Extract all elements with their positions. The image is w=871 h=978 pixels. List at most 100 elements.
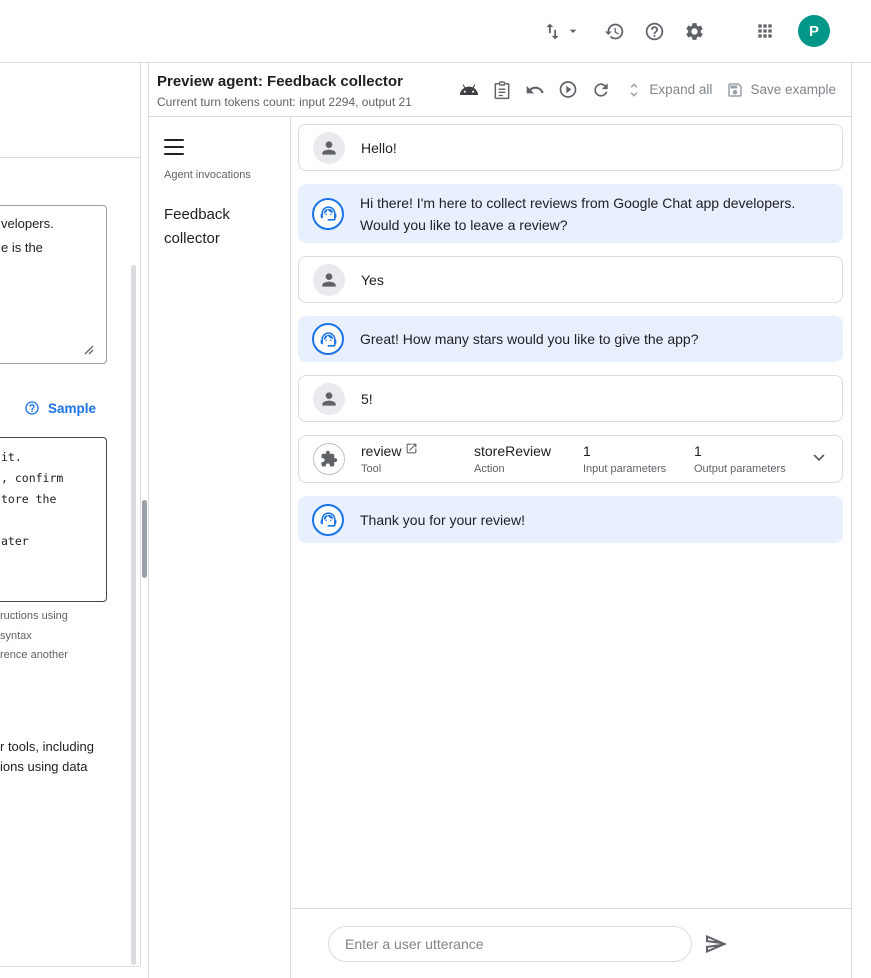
user-avatar-button[interactable]: P	[798, 15, 830, 47]
tool-action-column: storeReview Action	[474, 443, 583, 475]
user-avatar-icon	[313, 264, 345, 296]
chat-message-agent: Great! How many stars would you like to …	[298, 316, 843, 362]
history-icon	[604, 21, 625, 42]
preview-title: Preview agent: Feedback collector	[157, 72, 412, 91]
left-panel-border	[140, 62, 141, 966]
help-button[interactable]	[644, 21, 665, 42]
apps-grid-button[interactable]	[755, 21, 775, 41]
message-text: Thank you for your review!	[360, 509, 525, 531]
dropdown-caret-icon	[565, 23, 581, 39]
tool-name-label: Tool	[361, 463, 474, 475]
instructions-textarea[interactable]: it. , confirm tore the ater	[0, 437, 107, 602]
save-example-label: Save example	[750, 82, 836, 97]
tool-input-label: Input parameters	[583, 463, 694, 475]
tool-input-column: 1 Input parameters	[583, 443, 694, 475]
undo-icon	[525, 80, 545, 100]
code-line: it.	[1, 447, 100, 468]
composer-bar	[290, 908, 851, 978]
send-button[interactable]	[704, 932, 728, 956]
goal-textarea[interactable]: velopers. e is the	[0, 205, 107, 364]
hint-line: rence another	[0, 646, 68, 666]
preview-header: Preview agent: Feedback collector Curren…	[149, 62, 851, 117]
agent-avatar-icon	[312, 504, 344, 536]
chat-panel-border	[851, 62, 852, 978]
agent-invocations-column: Agent invocations Feedback collector	[149, 117, 290, 978]
user-avatar: P	[798, 15, 830, 47]
user-avatar-icon	[313, 132, 345, 164]
agent-invocations-label: Agent invocations	[164, 169, 251, 181]
chat-message-agent: Thank you for your review!	[298, 496, 843, 543]
code-line	[1, 510, 100, 531]
code-line: tore the	[1, 489, 100, 510]
tool-name[interactable]: review	[361, 443, 401, 459]
utterance-input[interactable]	[328, 926, 692, 962]
unfold-more-icon	[624, 80, 644, 100]
preview-panel-border	[148, 62, 149, 978]
topbar-divider	[0, 62, 871, 63]
settings-gear-icon	[684, 21, 705, 42]
save-example-button[interactable]: Save example	[725, 80, 836, 100]
preview-header-divider	[148, 116, 851, 117]
tool-invocation-card[interactable]: review Tool storeReview Action 1 Input p…	[298, 435, 843, 483]
run-button[interactable]	[558, 80, 578, 100]
hint-line: ructions using	[0, 607, 68, 627]
tool-name-column: review Tool	[361, 443, 474, 475]
send-icon	[704, 932, 728, 956]
topbar-actions: P	[542, 0, 830, 62]
message-text: Hi there! I'm here to collect reviews fr…	[360, 192, 829, 236]
tool-action-label: Action	[474, 463, 583, 475]
textarea-text-line: e is the	[1, 236, 98, 260]
import-export-icon	[542, 21, 563, 42]
android-icon	[459, 80, 479, 100]
code-line: , confirm	[1, 468, 100, 489]
textarea-text-line: velopers.	[1, 212, 98, 236]
refresh-icon	[591, 80, 611, 100]
sample-link-label: Sample	[48, 401, 96, 416]
tool-action-value: storeReview	[474, 443, 583, 459]
import-export-button[interactable]	[542, 21, 581, 42]
global-topbar: P	[0, 0, 871, 62]
tool-output-column: 1 Output parameters	[694, 443, 786, 475]
resize-grip-icon[interactable]	[82, 343, 96, 362]
apps-grid-icon	[755, 21, 775, 41]
expand-all-button[interactable]: Expand all	[624, 80, 712, 100]
help-icon	[24, 400, 40, 416]
tool-output-value: 1	[694, 443, 786, 459]
agent-avatar-icon	[312, 198, 344, 230]
chevron-down-icon	[808, 447, 830, 469]
left-config-panel: velopers. e is the Sample it. , confirm …	[0, 62, 141, 966]
chat-message-user: Yes	[298, 256, 843, 303]
hamburger-icon	[164, 139, 184, 141]
tool-output-label: Output parameters	[694, 463, 786, 475]
undo-button[interactable]	[525, 80, 545, 100]
reset-button[interactable]	[591, 80, 611, 100]
hint-line: syntax	[0, 627, 68, 647]
chat-message-user: Hello!	[298, 124, 843, 171]
copy-conversation-button[interactable]	[492, 80, 512, 100]
menu-button[interactable]	[164, 139, 184, 155]
app-screen: P velopers. e is the Sample it. , confir…	[0, 0, 871, 978]
save-icon	[725, 80, 745, 100]
android-button[interactable]	[459, 80, 479, 100]
page-scrollbar-thumb[interactable]	[142, 500, 147, 578]
message-text: Great! How many stars would you like to …	[360, 328, 699, 350]
message-text: Yes	[361, 269, 384, 291]
instructions-hint: ructions using syntax rence another	[0, 607, 68, 666]
history-button[interactable]	[604, 21, 625, 42]
code-line: ater	[1, 531, 100, 552]
left-panel-bottom-border	[0, 966, 140, 967]
tools-description: r tools, including ions using data	[0, 737, 94, 777]
sample-link[interactable]: Sample	[24, 400, 96, 416]
chat-panel: Hello! Hi there! I'm here to collect rev…	[290, 117, 851, 978]
panel-scrollbar[interactable]	[131, 265, 136, 965]
user-avatar-icon	[313, 383, 345, 415]
agent-column-border	[290, 117, 291, 978]
agent-list-item[interactable]: Feedback collector	[164, 203, 264, 251]
tool-extension-icon	[313, 443, 345, 475]
open-in-new-icon[interactable]	[405, 442, 418, 455]
token-count-subtitle: Current turn tokens count: input 2294, o…	[157, 95, 412, 109]
clipboard-icon	[492, 80, 512, 100]
tool-input-value: 1	[583, 443, 694, 459]
settings-button[interactable]	[684, 21, 705, 42]
tool-expand-button[interactable]	[808, 447, 830, 472]
